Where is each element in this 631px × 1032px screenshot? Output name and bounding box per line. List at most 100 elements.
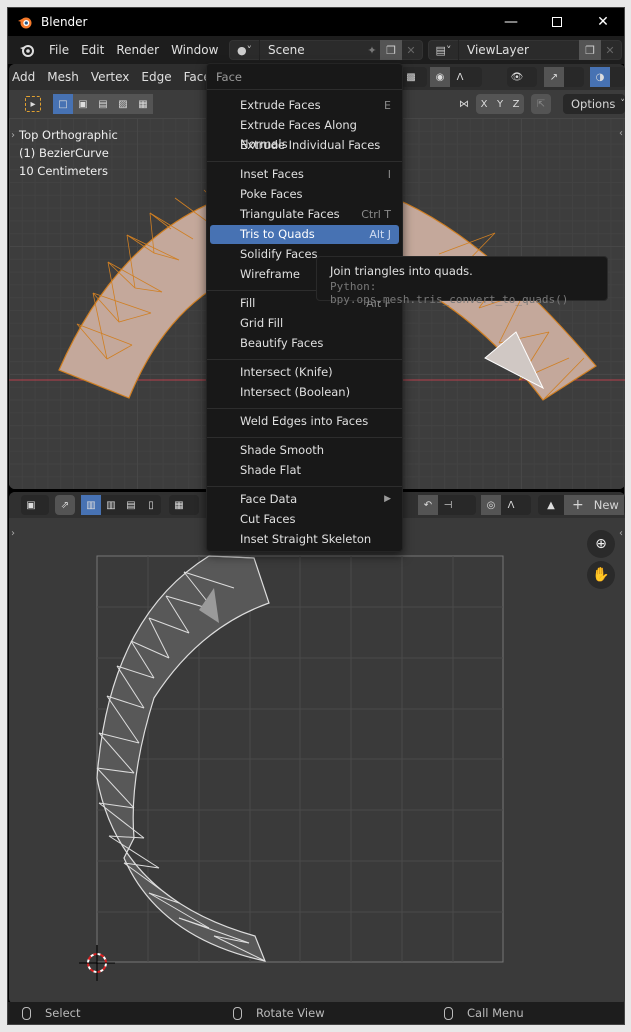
image-browse-icon[interactable]: ▲ (538, 495, 564, 515)
menu-item-face-data[interactable]: Face Data ▶ (210, 490, 399, 509)
new-view-layer-icon[interactable]: ❐ (579, 40, 601, 60)
view-layer-name[interactable]: ViewLayer (467, 43, 529, 57)
sidebar-expand-icon[interactable]: ‹ (619, 128, 623, 139)
menu-item-inset-straight-skeleton[interactable]: Inset Straight Skeleton (210, 530, 399, 549)
close-button[interactable]: ✕ (580, 8, 626, 36)
pin-icon[interactable]: ✦ (364, 40, 380, 60)
uv-editor[interactable]: ▣ ⇗ ▥ ▥ ▤ ▯ ▦ ↶ ⊣ ◎ Λ ▲ + New ⊕ ✋ › ‹ (9, 492, 625, 1004)
menu-item-tris-to-quads[interactable]: Tris to Quads Alt J (210, 225, 399, 244)
menu-item-poke-faces[interactable]: Poke Faces (210, 185, 399, 204)
status-select-label: Select (45, 1006, 81, 1020)
uv-canvas[interactable]: ⊕ ✋ › ‹ (9, 518, 625, 1004)
menu-separator (207, 437, 402, 438)
status-rotate-label: Rotate View (256, 1006, 325, 1020)
item-label: Shade Smooth (240, 443, 325, 457)
select-intersect-icon[interactable]: ▦ (133, 94, 153, 114)
menu-item-intersect-boolean[interactable]: Intersect (Boolean) (210, 383, 399, 402)
menu-add[interactable]: Add (9, 64, 41, 91)
item-shortcut: I (387, 168, 391, 181)
menu-file[interactable]: File (43, 36, 75, 64)
mirror-icon[interactable]: ⋈ (454, 94, 474, 114)
options-dropdown[interactable]: Options ˅ (563, 94, 625, 114)
uv-face-mode-icon[interactable]: ▤ (121, 495, 141, 515)
uv-edge-mode-icon[interactable]: ▥ (101, 495, 121, 515)
status-call-menu: Call Menu (444, 1006, 524, 1020)
item-label: Tris to Quads (240, 227, 315, 241)
status-rotate: Rotate View (233, 1006, 325, 1020)
menu-item-shade-smooth[interactable]: Shade Smooth (210, 441, 399, 460)
axis-z-toggle[interactable]: Z (508, 94, 524, 114)
menu-item-inset-faces[interactable]: Inset Faces I (210, 165, 399, 184)
proportional-icon[interactable]: ◉ (430, 67, 450, 87)
menu-mesh[interactable]: Mesh (41, 64, 85, 91)
uv-toolbar-expand-icon[interactable]: › (11, 528, 15, 539)
view-layer-selector[interactable]: ▤˅ ViewLayer ❐ ✕ (428, 40, 622, 60)
uv-vertex-mode-icon[interactable]: ▥ (81, 495, 101, 515)
blender-logo-icon (18, 17, 32, 29)
tooltip-description: Join triangles into quads. (330, 264, 473, 278)
menu-edge[interactable]: Edge (135, 64, 177, 91)
menu-item-shade-flat[interactable]: Shade Flat (210, 461, 399, 480)
menu-item-weld-edges-into-faces[interactable]: Weld Edges into Faces (210, 412, 399, 431)
select-new-icon[interactable]: □ (53, 94, 73, 114)
mouse-left-icon (22, 1006, 31, 1020)
scene-selector[interactable]: ●˅ Scene ✦ ❐ ✕ (229, 40, 423, 60)
proportional-editing[interactable]: ◉ Λ (430, 67, 482, 87)
menu-separator (207, 408, 402, 409)
snap-increment-icon[interactable]: ⊣ (438, 495, 458, 515)
menu-item-grid-fill[interactable]: Grid Fill (210, 314, 399, 333)
uv-island-mode-icon[interactable]: ▯ (141, 495, 161, 515)
menu-vertex[interactable]: Vertex (85, 64, 136, 91)
falloff-icon[interactable]: Λ (450, 67, 470, 87)
snap-icon[interactable]: ↶ (418, 495, 438, 515)
axis-x-toggle[interactable]: X (476, 94, 492, 114)
gizmo-dropdown[interactable]: ↗ (544, 67, 584, 87)
overlay-dropdown[interactable]: ◑ (590, 67, 625, 87)
item-label: Beautify Faces (240, 336, 324, 350)
editor-type-dropdown[interactable]: ▣ (21, 495, 49, 515)
select-invert-icon[interactable]: ▨ (113, 94, 133, 114)
uv-sync-icon[interactable]: ⇗ (55, 495, 75, 515)
blender-menu-icon[interactable] (19, 42, 35, 58)
select-subtract-icon[interactable]: ▤ (93, 94, 113, 114)
item-label: Inset Straight Skeleton (240, 532, 372, 546)
zoom-view-button[interactable]: ⊕ (587, 530, 615, 558)
scene-icon[interactable]: ●˅ (230, 40, 260, 60)
gizmo-icon: ↗ (544, 67, 564, 87)
maximize-button[interactable] (534, 8, 580, 36)
menu-window[interactable]: Window (165, 36, 224, 64)
face-menu: Face Extrude Faces E Extrude Faces Along … (206, 63, 403, 552)
menu-render[interactable]: Render (110, 36, 165, 64)
view-layer-icon[interactable]: ▤˅ (429, 40, 459, 60)
menu-item-intersect-knife[interactable]: Intersect (Knife) (210, 363, 399, 382)
pan-view-button[interactable]: ✋ (587, 561, 615, 589)
new-scene-icon[interactable]: ❐ (380, 40, 402, 60)
delete-view-layer-icon[interactable]: ✕ (601, 40, 619, 60)
minimize-button[interactable]: — (488, 8, 534, 36)
new-image-button[interactable]: + New (564, 495, 624, 515)
menu-item-cut-faces[interactable]: Cut Faces (210, 510, 399, 529)
menu-item-beautify-faces[interactable]: Beautify Faces (210, 334, 399, 353)
uv-sticky-dropdown[interactable]: ▦ (169, 495, 199, 515)
menu-item-extrude-individual-faces[interactable]: Extrude Individual Faces (210, 136, 399, 155)
uv-falloff-icon[interactable]: Λ (501, 495, 521, 515)
menu-item-extrude-faces[interactable]: Extrude Faces E (210, 96, 399, 115)
select-tool-icon[interactable]: ▸ (25, 96, 41, 112)
delete-scene-icon[interactable]: ✕ (402, 40, 420, 60)
menu-item-triangulate-faces[interactable]: Triangulate Faces Ctrl T (210, 205, 399, 224)
visibility-dropdown[interactable]: 👁 (507, 67, 537, 87)
topology-mirror-icon[interactable]: ⇱ (531, 94, 551, 114)
menu-edit[interactable]: Edit (75, 36, 110, 64)
item-label: Grid Fill (240, 316, 284, 330)
new-image-label: New (593, 498, 619, 512)
menu-item-extrude-faces-along-normals[interactable]: Extrude Faces Along Normals (210, 116, 399, 151)
uv-proportional-icon[interactable]: ◎ (481, 495, 501, 515)
pivot-dropdown[interactable]: ▩ (401, 67, 427, 87)
grid-scale: 10 Centimeters (19, 164, 108, 178)
sticky-select-icon: ▦ (174, 499, 184, 511)
scene-name[interactable]: Scene (268, 43, 305, 57)
select-extend-icon[interactable]: ▣ (73, 94, 93, 114)
toolbar-expand-icon[interactable]: › (11, 130, 15, 141)
axis-y-toggle[interactable]: Y (492, 94, 508, 114)
uv-sidebar-expand-icon[interactable]: ‹ (619, 528, 623, 539)
